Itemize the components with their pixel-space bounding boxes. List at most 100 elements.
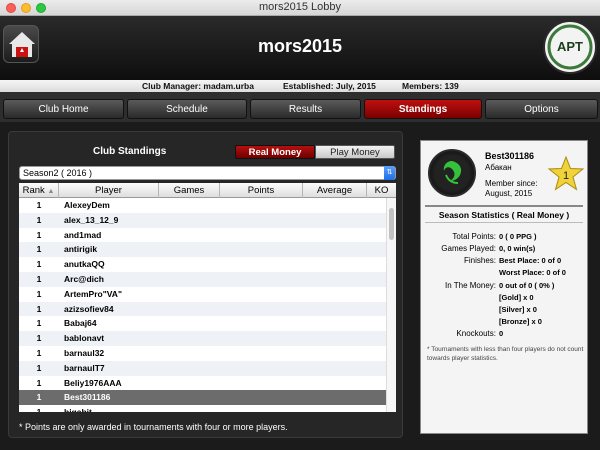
player-cell: barnaul32 [64,347,105,358]
club-header: mors2015 APT [0,16,600,80]
player-cell: bablonavt [64,333,105,344]
select-arrows-icon: ⇅ [384,166,395,180]
rank-star-icon: 1 [547,155,585,193]
gold-count: [Gold] x 0 [499,293,534,302]
player-cell: bigabit [64,405,92,412]
tab-results[interactable]: Results [250,99,361,119]
divider [425,205,583,207]
silver-count: [Silver] x 0 [499,305,537,314]
player-city: Абакан [485,163,512,172]
table-row[interactable]: 1 barnaul32 [19,346,386,361]
member-since-value: August, 2015 [485,189,533,198]
table-row[interactable]: 1 alex_13_12_9 [19,212,386,228]
tab-club-home[interactable]: Club Home [3,99,124,119]
season-stats-title: Season Statistics ( Real Money ) [438,210,570,220]
season-select-value: Season2 ( 2016 ) [23,168,93,178]
player-details-panel: Best301186 Абакан Member since: August, … [420,140,588,434]
rank-cell: 1 [36,377,42,388]
tab-options[interactable]: Options [485,99,598,119]
table-row[interactable]: 1 Babaj64 [19,316,386,331]
sort-asc-icon: ▲ [47,188,55,195]
member-since-label: Member since: [485,179,538,188]
player-cell: anutkaQQ [64,259,105,270]
rank-cell: 1 [19,405,59,412]
season-select[interactable]: Season2 ( 2016 ) ⇅ [19,166,396,180]
razer-logo-icon [443,161,462,184]
player-cell: azizsofiev84 [64,303,114,314]
player-cell: alex_13_12_9 [64,214,119,225]
worst-place-value: Worst Place: 0 of 0 [499,268,566,277]
rank-cell: 1 [36,362,42,373]
statistics-note: * Tournaments with less than four player… [427,346,584,362]
table-row[interactable]: 1 bablonavt [19,331,386,346]
player-avatar [428,149,476,197]
games-played-value: 0, 0 win(s) [499,244,536,253]
table-scroll-thumb[interactable] [389,208,394,240]
real-money-toggle[interactable]: Real Money [235,145,315,159]
column-header-average[interactable]: Average [303,183,367,198]
table-row[interactable]: 1 anutkaQQ [19,257,386,272]
player-cell: barnaulT7 [64,362,105,373]
window-title: mors2015 Lobby [259,1,341,13]
club-info-bar: Club Manager: madam.urba Established: Ju… [0,80,600,92]
rank-cell: 1 [36,214,42,225]
rank-badge-number: 1 [563,170,569,182]
rank-cell: 1 [36,200,42,210]
table-scrollbar[interactable] [386,198,396,412]
table-row[interactable]: 1 azizsofiev84 [19,301,386,317]
knockouts-value: 0 [499,329,504,338]
table-row[interactable]: 1 barnaulT7 [19,360,386,376]
player-cell: AlexeyDem [64,200,110,210]
rank-cell: 1 [36,318,42,329]
rank-cell: 1 [36,347,42,358]
points-footnote: * Points are only awarded in tournaments… [19,422,288,432]
column-header-player[interactable]: Player [59,183,159,198]
player-cell: ArtemPro"VA" [64,288,122,299]
apt-logo-text: APT [557,39,583,54]
player-cell: Babaj64 [64,318,97,329]
table-row[interactable]: 1 Best301186 [19,390,386,406]
best-place-value: Best Place: 0 of 0 [499,256,562,265]
apt-logo: APT [543,20,597,74]
table-row[interactable]: 1 Beliy1976AAA [19,376,386,391]
in-the-money-label: In The Money: [445,281,496,290]
table-body: 1 AlexeyDem 1 alex_13_12_9 1 and1mad 1 antirigi… [19,198,386,412]
rank-cell: 1 [36,303,42,314]
tab-standings[interactable]: Standings [364,99,482,119]
player-cell: Beliy1976AAA [64,377,122,388]
player-cell: and1mad [64,229,102,240]
members-count-text: Members: 139 [402,81,459,91]
rank-cell: 1 [36,229,42,240]
games-played-label: Games Played: [441,244,496,253]
total-points-label: Total Points: [452,232,496,241]
bronze-count: [Bronze] x 0 [499,317,542,326]
window-titlebar: mors2015 Lobby [0,0,600,16]
in-the-money-value: 0 out of 0 ( 0% ) [499,281,555,290]
table-header: Rank ▲ Player Games Points Average KO [19,183,396,198]
column-header-games[interactable]: Games [159,183,220,198]
player-cell: Best301186 [64,392,111,403]
player-cell: antirigik [64,244,98,255]
rank-cell: 1 [36,333,42,344]
table-row[interactable]: 1 ArtemPro"VA" [19,287,386,302]
table-row[interactable]: 1 AlexeyDem [19,198,386,213]
club-name-title: mors2015 [257,36,343,56]
divider [425,222,583,223]
table-row[interactable]: 1 and1mad [19,228,386,243]
knockouts-label: Knockouts: [456,329,496,338]
rank-cell: 1 [36,244,42,255]
standings-panel: Club Standings Real Money Play Money Sea… [8,131,403,438]
rank-cell: 1 [36,259,42,270]
table-row[interactable]: 1 Arc@dich [19,271,386,287]
total-points-value: 0 ( 0 PPG ) [499,232,537,241]
play-money-toggle[interactable]: Play Money [315,145,395,159]
player-name: Best301186 [485,151,535,161]
finishes-label: Finishes: [463,256,496,265]
tab-schedule[interactable]: Schedule [127,99,247,119]
column-header-rank[interactable]: Rank ▲ [19,183,59,198]
column-header-points[interactable]: Points [220,183,303,198]
standings-title: Club Standings [93,146,167,157]
table-row[interactable]: 1 antirigik [19,242,386,258]
column-header-ko[interactable]: KO [367,183,396,198]
table-row[interactable]: 1 bigabit [19,405,386,412]
